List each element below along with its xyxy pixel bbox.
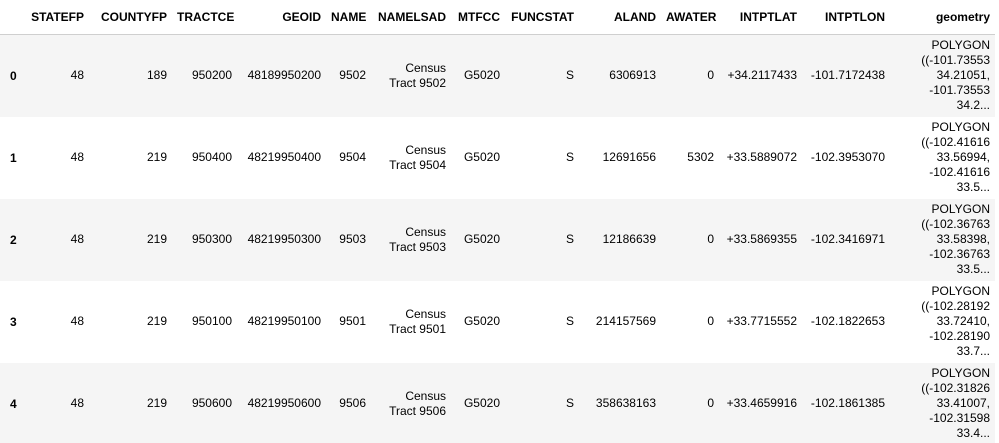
- row-index: 3: [10, 314, 17, 329]
- cell-intptlat: +33.5889072: [726, 150, 797, 164]
- cell-countyfp: 219: [146, 232, 167, 246]
- dataframe-table: STATEFP COUNTYFP TRACTCE GEOID NAME NAME…: [0, 0, 995, 443]
- cell-intptlat: +33.7715552: [726, 314, 797, 328]
- cell-countyfp: 189: [146, 68, 167, 83]
- cell-namelsad: Census Tract 9502: [389, 60, 446, 90]
- cell-awater: 0: [707, 396, 714, 410]
- cell-intptlon: -102.1861385: [810, 396, 885, 410]
- column-header-intptlon: INTPTLON: [802, 0, 890, 35]
- cell-geometry: POLYGON ((-101.73553 34.21051, -101.7355…: [921, 38, 990, 113]
- cell-name: 9506: [339, 396, 366, 410]
- index-header: [0, 0, 25, 35]
- cell-aland: 214157569: [595, 314, 656, 328]
- column-header-geoid: GEOID: [237, 0, 326, 35]
- column-header-awater: AWATER: [661, 0, 719, 35]
- cell-geometry: POLYGON ((-102.28192 33.72410, -102.2819…: [921, 284, 990, 358]
- cell-namelsad: Census Tract 9506: [389, 388, 446, 418]
- cell-geoid: 48219950100: [247, 314, 321, 328]
- cell-funcstat: S: [565, 150, 574, 164]
- column-header-namelsad: NAMELSAD: [371, 0, 451, 35]
- cell-awater: 0: [707, 314, 714, 328]
- cell-intptlat: +34.2117433: [727, 68, 797, 83]
- cell-countyfp: 219: [146, 396, 167, 410]
- cell-tractce: 950300: [191, 232, 232, 246]
- cell-aland: 12186639: [602, 232, 656, 246]
- cell-namelsad: Census Tract 9501: [389, 306, 446, 336]
- cell-mtfcc: G5020: [463, 150, 500, 164]
- cell-namelsad: Census Tract 9504: [389, 142, 446, 172]
- cell-mtfcc: G5020: [463, 314, 500, 328]
- column-header-name: NAME: [326, 0, 371, 35]
- column-header-tractce: TRACTCE: [172, 0, 237, 35]
- cell-countyfp: 219: [146, 150, 167, 164]
- row-index: 4: [10, 396, 17, 411]
- cell-intptlon: -102.3953070: [810, 150, 885, 164]
- cell-tractce: 950400: [191, 150, 232, 164]
- cell-mtfcc: G5020: [463, 396, 500, 410]
- cell-statefp: 48: [70, 68, 84, 83]
- cell-intptlat: +33.4659916: [726, 396, 797, 410]
- cell-funcstat: S: [565, 68, 574, 83]
- cell-name: 9504: [339, 150, 366, 164]
- cell-aland: 6306913: [609, 68, 656, 83]
- column-header-countyfp: COUNTYFP: [89, 0, 172, 35]
- column-header-intptlat: INTPTLAT: [719, 0, 802, 35]
- column-header-geometry: geometry: [890, 0, 995, 35]
- cell-intptlon: -101.7172438: [810, 68, 885, 83]
- cell-intptlat: +33.5869355: [726, 232, 797, 246]
- header-row: STATEFP COUNTYFP TRACTCE GEOID NAME NAME…: [0, 0, 995, 35]
- table-row: 4 48 219 950600 48219950600 9506 Census …: [0, 362, 995, 443]
- cell-intptlon: -102.3416971: [810, 232, 885, 246]
- cell-statefp: 48: [70, 314, 84, 328]
- row-index: 2: [10, 232, 17, 247]
- cell-statefp: 48: [70, 396, 84, 410]
- cell-awater: 0: [707, 68, 714, 83]
- cell-statefp: 48: [70, 150, 84, 164]
- column-header-mtfcc: MTFCC: [451, 0, 505, 35]
- column-header-statefp: STATEFP: [25, 0, 89, 35]
- cell-mtfcc: G5020: [463, 68, 500, 83]
- cell-geometry: POLYGON ((-102.36763 33.58398, -102.3676…: [921, 202, 990, 276]
- dataframe-output: STATEFP COUNTYFP TRACTCE GEOID NAME NAME…: [0, 0, 999, 443]
- column-header-funcstat: FUNCSTAT: [505, 0, 579, 35]
- cell-intptlon: -102.1822653: [810, 314, 885, 328]
- column-header-aland: ALAND: [579, 0, 661, 35]
- cell-name: 9501: [339, 314, 366, 328]
- cell-tractce: 950600: [191, 396, 232, 410]
- cell-geoid: 48219950400: [247, 150, 321, 164]
- table-row: 3 48 219 950100 48219950100 9501 Census …: [0, 280, 995, 363]
- cell-tractce: 950100: [191, 314, 232, 328]
- cell-geoid: 48219950300: [247, 232, 321, 246]
- cell-mtfcc: G5020: [463, 232, 500, 246]
- table-row: 1 48 219 950400 48219950400 9504 Census …: [0, 116, 995, 199]
- table-row: 2 48 219 950300 48219950300 9503 Census …: [0, 198, 995, 281]
- cell-tractce: 950200: [191, 68, 232, 83]
- cell-funcstat: S: [565, 314, 574, 328]
- cell-name: 9503: [339, 232, 366, 246]
- row-index: 1: [10, 150, 17, 165]
- cell-geometry: POLYGON ((-102.41616 33.56994, -102.4161…: [921, 120, 990, 194]
- cell-countyfp: 219: [146, 314, 167, 328]
- row-index: 0: [10, 68, 17, 83]
- table-row: 0 48 189 950200 48189950200 9502 Census …: [0, 34, 995, 117]
- cell-geoid: 48219950600: [247, 396, 321, 410]
- cell-aland: 12691656: [602, 150, 656, 164]
- cell-statefp: 48: [70, 232, 84, 246]
- cell-funcstat: S: [565, 396, 574, 410]
- cell-aland: 358638163: [595, 396, 656, 410]
- cell-awater: 0: [707, 232, 714, 246]
- cell-funcstat: S: [565, 232, 574, 246]
- cell-awater: 5302: [687, 150, 714, 164]
- cell-namelsad: Census Tract 9503: [389, 224, 446, 254]
- cell-geometry: POLYGON ((-102.31826 33.41007, -102.3159…: [921, 366, 990, 440]
- cell-geoid: 48189950200: [247, 68, 321, 83]
- cell-name: 9502: [339, 68, 366, 83]
